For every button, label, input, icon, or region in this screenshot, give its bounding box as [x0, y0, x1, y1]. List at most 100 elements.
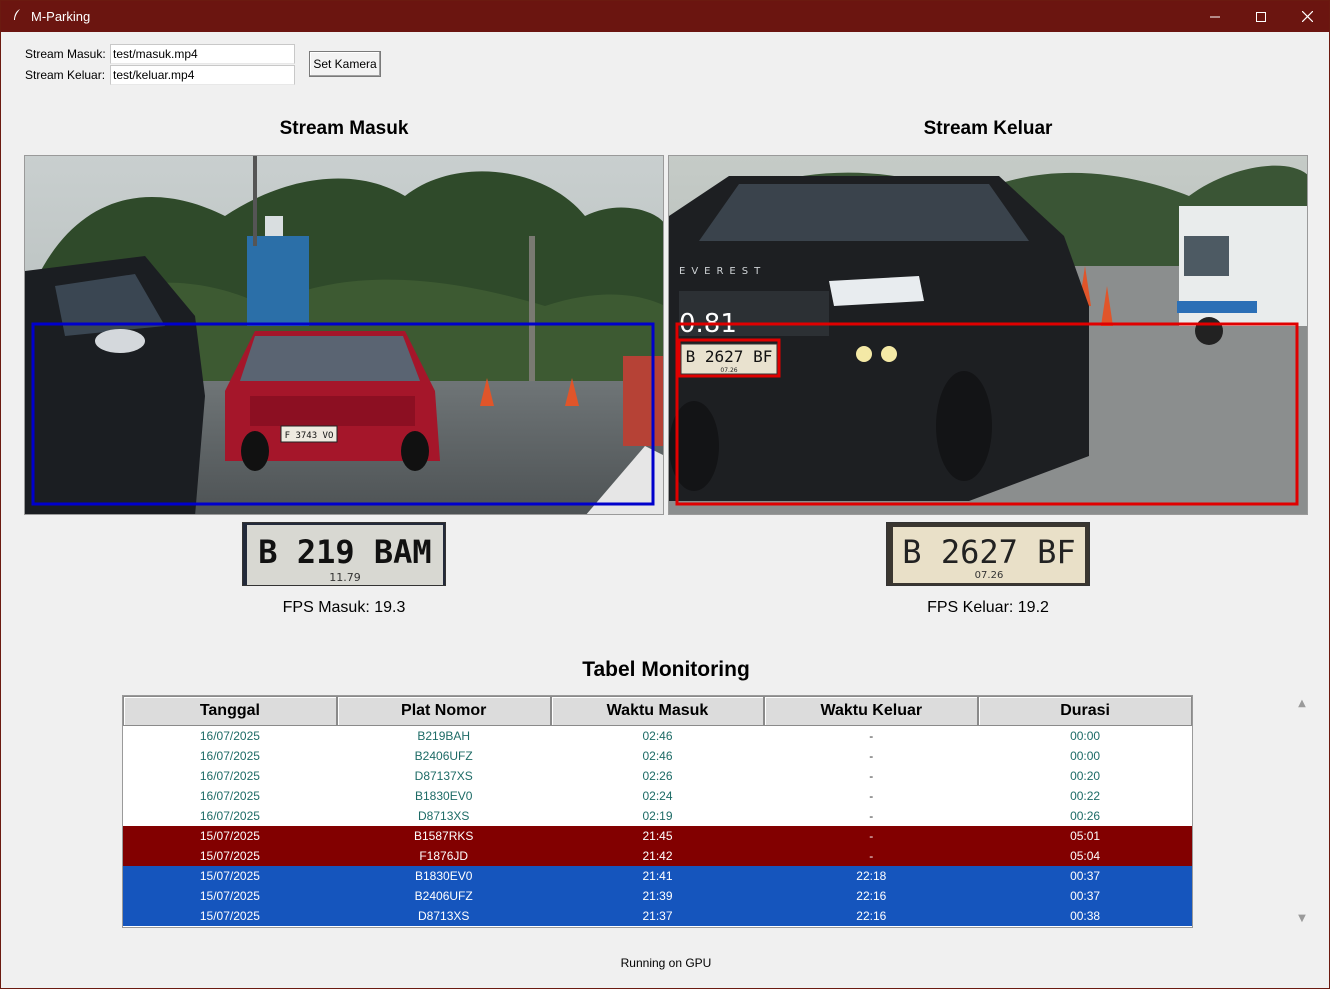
table-cell-keluar: - — [869, 829, 874, 843]
table-cell-masuk: 02:46 — [642, 729, 673, 743]
table-cell-durasi: 00:37 — [1070, 889, 1101, 903]
column-header-plat-nomor[interactable]: Plat Nomor — [336, 696, 551, 726]
table-cell-tanggal: 16/07/2025 — [199, 789, 260, 803]
table-cell-plat: B1587RKS — [414, 829, 474, 843]
stream-masuk-video: F 3743 VO — [24, 155, 664, 515]
table-cell-durasi: 00:37 — [1070, 869, 1101, 883]
column-header-durasi[interactable]: Durasi — [978, 696, 1192, 726]
table-cell-masuk: 02:19 — [642, 809, 673, 823]
table-cell-masuk: 21:39 — [642, 889, 673, 903]
stream-masuk-input[interactable] — [110, 44, 295, 64]
status-text: Running on GPU — [620, 956, 712, 970]
table-cell-plat: F1876JD — [419, 849, 469, 863]
stream-keluar-title: Stream Keluar — [923, 118, 1053, 139]
monitoring-table[interactable]: Tanggal Plat Nomor Waktu Masuk Waktu Kel… — [122, 695, 1193, 928]
table-cell-durasi: 05:01 — [1070, 829, 1101, 843]
close-button[interactable] — [1284, 1, 1330, 32]
column-header-waktu-masuk[interactable]: Waktu Masuk — [550, 696, 765, 726]
table-cell-durasi: 00:38 — [1070, 909, 1101, 923]
table-cell-plat: B1830EV0 — [415, 789, 473, 803]
stream-masuk-title: Stream Masuk — [279, 118, 409, 139]
table-row[interactable]: 16/07/2025 B2406UFZ 02:46 - 00:00 — [123, 746, 1192, 766]
keluar-plate-crop: B 2627 BF 07.26 — [886, 522, 1090, 586]
table-cell-masuk: 21:37 — [642, 909, 673, 923]
table-cell-tanggal: 15/07/2025 — [199, 829, 260, 843]
keluar-frame-plate-sub: 07.26 — [720, 367, 737, 374]
table-cell-tanggal: 15/07/2025 — [199, 889, 260, 903]
feather-icon — [12, 8, 22, 25]
masuk-frame-plate: F 3743 VO — [285, 431, 334, 441]
table-cell-tanggal: 15/07/2025 — [199, 869, 260, 883]
table-cell-durasi: 00:00 — [1070, 749, 1101, 763]
table-cell-durasi: 00:22 — [1070, 789, 1101, 803]
keluar-crop-plate-sub: 07.26 — [975, 570, 1004, 581]
table-row[interactable]: 15/07/2025 B1587RKS 21:45 - 05:01 — [123, 826, 1192, 846]
table-cell-keluar: 22:16 — [856, 909, 887, 923]
table-cell-plat: D8713XS — [418, 809, 470, 823]
table-cell-tanggal: 16/07/2025 — [199, 769, 260, 783]
column-header-tanggal[interactable]: Tanggal — [123, 696, 337, 726]
stream-masuk-label: Stream Masuk: — [25, 47, 106, 61]
masuk-plate-crop: B 219 BAM 11.79 — [242, 522, 446, 586]
table-cell-keluar: 22:18 — [856, 869, 887, 883]
table-cell-masuk: 21:45 — [642, 829, 673, 843]
column-header-waktu-keluar[interactable]: Waktu Keluar — [764, 696, 979, 726]
minimize-icon — [1210, 16, 1220, 17]
fps-keluar-label: FPS Keluar: 19.2 — [927, 599, 1049, 616]
table-row[interactable]: 15/07/2025 B1830EV0 21:41 22:18 00:37 — [123, 866, 1192, 886]
maximize-icon — [1256, 11, 1266, 22]
scroll-down-icon[interactable]: ▼ — [1297, 914, 1307, 924]
table-cell-plat: B2406UFZ — [414, 749, 473, 763]
stream-keluar-input[interactable] — [110, 65, 295, 85]
table-cell-durasi: 05:04 — [1070, 849, 1101, 863]
table-cell-masuk: 02:26 — [642, 769, 673, 783]
table-cell-durasi: 00:20 — [1070, 769, 1101, 783]
table-row[interactable]: 16/07/2025 D87137XS 02:26 - 00:20 — [123, 766, 1192, 786]
table-cell-tanggal: 15/07/2025 — [199, 849, 260, 863]
masuk-crop-plate-text: B 219 BAM — [258, 533, 431, 571]
table-cell-tanggal: 16/07/2025 — [199, 749, 260, 763]
table-cell-keluar: - — [869, 849, 874, 863]
table-scrollbar[interactable]: ▲ ▼ — [1293, 695, 1311, 928]
table-cell-tanggal: 16/07/2025 — [199, 729, 260, 743]
set-kamera-button[interactable]: Set Kamera — [309, 51, 381, 77]
fps-masuk-label: FPS Masuk: 19.3 — [282, 599, 406, 616]
table-cell-plat: B219BAH — [417, 729, 471, 743]
table-row[interactable]: 16/07/2025 B1830EV0 02:24 - 00:22 — [123, 786, 1192, 806]
table-cell-plat: B2406UFZ — [414, 889, 473, 903]
table-cell-keluar: 22:16 — [856, 889, 887, 903]
table-header: Tanggal Plat Nomor Waktu Masuk Waktu Kel… — [123, 696, 1192, 726]
title-bar[interactable]: M-Parking — [1, 1, 1329, 32]
masuk-crop-plate-sub: 11.79 — [329, 571, 361, 584]
table-cell-keluar: - — [869, 769, 874, 783]
table-cell-masuk: 21:42 — [642, 849, 673, 863]
keluar-brand-text: EVEREST — [679, 266, 766, 277]
table-cell-plat: D87137XS — [414, 769, 473, 783]
maximize-button[interactable] — [1238, 1, 1284, 32]
app-window: M-Parking Stream Masuk: Stream Keluar: S… — [0, 0, 1330, 989]
table-cell-plat: D8713XS — [418, 909, 470, 923]
table-cell-durasi: 00:00 — [1070, 729, 1101, 743]
table-row[interactable]: 15/07/2025 F1876JD 21:42 - 05:04 — [123, 846, 1192, 866]
table-row[interactable]: 15/07/2025 D8713XS 21:37 22:16 00:38 — [123, 906, 1192, 926]
keluar-crop-plate-text: B 2627 BF — [902, 533, 1075, 571]
table-cell-durasi: 00:26 — [1070, 809, 1101, 823]
stream-keluar-label: Stream Keluar: — [25, 68, 106, 82]
scroll-up-icon[interactable]: ▲ — [1297, 699, 1307, 709]
window-title: M-Parking — [31, 9, 91, 24]
table-cell-masuk: 02:46 — [642, 749, 673, 763]
table-row[interactable]: 15/07/2025 B2406UFZ 21:39 22:16 00:37 — [123, 886, 1192, 906]
minimize-button[interactable] — [1192, 1, 1238, 32]
stream-keluar-video: EVEREST B 2627 BF 07.26 0.81 — [668, 155, 1308, 515]
table-body: 16/07/2025 B219BAH 02:46 - 00:00 16/07/2025 B2… — [123, 726, 1192, 926]
table-cell-tanggal: 16/07/2025 — [199, 809, 260, 823]
table-cell-keluar: - — [869, 789, 874, 803]
close-icon — [1301, 11, 1313, 22]
table-row[interactable]: 16/07/2025 D8713XS 02:19 - 00:26 — [123, 806, 1192, 826]
table-row[interactable]: 16/07/2025 B219BAH 02:46 - 00:00 — [123, 726, 1192, 746]
keluar-frame-plate: B 2627 BF — [686, 347, 773, 366]
table-cell-keluar: - — [869, 749, 874, 763]
monitoring-title: Tabel Monitoring — [582, 658, 750, 681]
table-cell-masuk: 21:41 — [642, 869, 673, 883]
table-cell-keluar: - — [869, 729, 874, 743]
